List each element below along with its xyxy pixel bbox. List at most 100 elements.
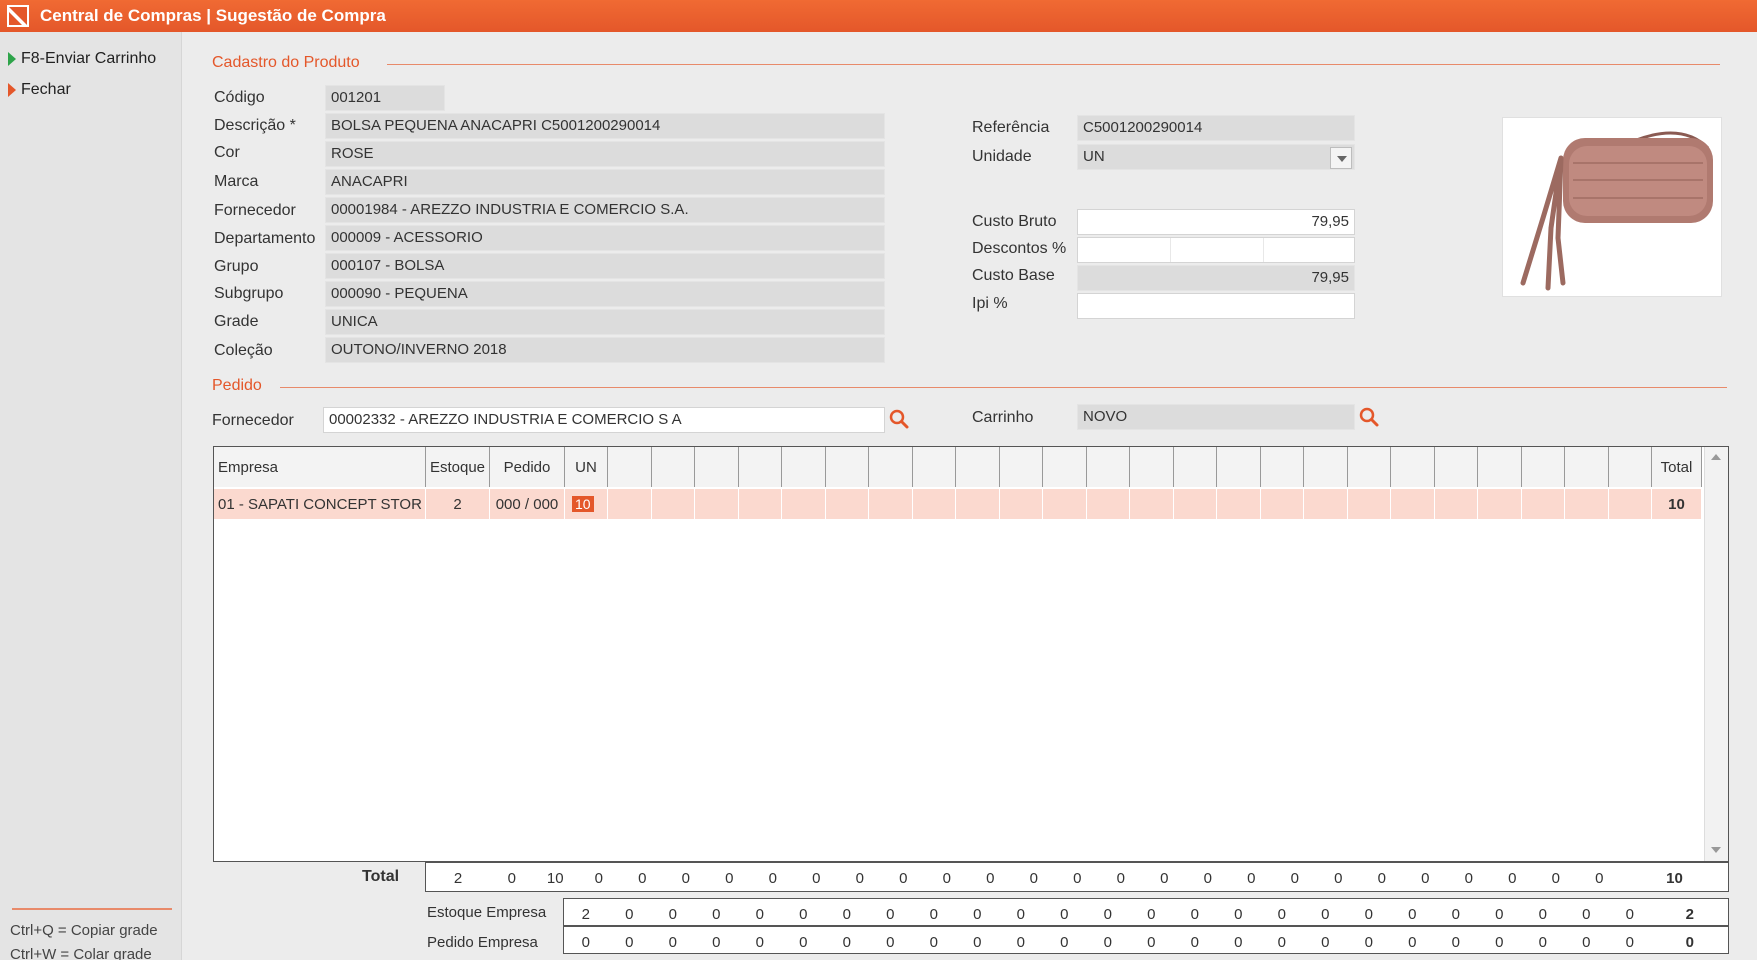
cell-empresa[interactable]: 01 - SAPATI CONCEPT STOR xyxy=(214,489,426,519)
custo-base-field[interactable]: 79,95 xyxy=(1077,265,1355,291)
col-header-size[interactable] xyxy=(956,447,1000,487)
col-header-size[interactable] xyxy=(912,447,956,487)
col-header-size[interactable] xyxy=(1260,447,1304,487)
total-cell: 0 xyxy=(1495,905,1504,923)
col-header-size[interactable] xyxy=(651,447,695,487)
cell-size[interactable] xyxy=(826,489,869,519)
vertical-scrollbar[interactable] xyxy=(1704,447,1728,861)
total-cell: 0 xyxy=(1538,933,1547,951)
cell-size[interactable] xyxy=(1261,489,1304,519)
codigo-field[interactable]: 001201 xyxy=(325,85,445,111)
col-header-size[interactable] xyxy=(1434,447,1478,487)
table-row[interactable]: 01 - SAPATI CONCEPT STOR 2 000 / 000 10 … xyxy=(214,489,1702,519)
chevron-down-icon[interactable] xyxy=(1330,147,1352,169)
col-header-size[interactable] xyxy=(695,447,739,487)
referencia-field[interactable]: C5001200290014 xyxy=(1077,115,1355,141)
total-cell: 0 xyxy=(1234,905,1243,923)
search-icon[interactable] xyxy=(1358,406,1380,428)
send-cart-button[interactable]: F8-Enviar Carrinho xyxy=(8,50,156,68)
cell-size[interactable] xyxy=(1522,489,1565,519)
cell-pedido[interactable]: 000 / 000 xyxy=(490,489,565,519)
col-header-size[interactable] xyxy=(782,447,826,487)
col-header-size[interactable] xyxy=(1391,447,1435,487)
marca-field[interactable]: ANACAPRI xyxy=(325,169,885,195)
col-header-total[interactable]: Total xyxy=(1652,447,1702,487)
subgrupo-field[interactable]: 000090 - PEQUENA xyxy=(325,281,885,307)
col-header-size[interactable] xyxy=(1608,447,1652,487)
total-cell: 0 xyxy=(1290,869,1299,887)
cell-size[interactable] xyxy=(956,489,1000,519)
departamento-field[interactable]: 000009 - ACESSORIO xyxy=(325,225,885,251)
cell-size[interactable] xyxy=(1130,489,1174,519)
descricao-field[interactable]: BOLSA PEQUENA ANACAPRI C5001200290014 xyxy=(325,113,885,139)
cell-un-editor[interactable]: 10 xyxy=(572,496,594,512)
col-header-size[interactable] xyxy=(999,447,1043,487)
descontos-field[interactable] xyxy=(1077,237,1355,263)
grupo-field[interactable]: 000107 - BOLSA xyxy=(325,253,885,279)
cell-size[interactable] xyxy=(1348,489,1391,519)
grade-label: Grade xyxy=(214,313,259,330)
custo-bruto-field[interactable]: 79,95 xyxy=(1077,209,1355,235)
col-header-size[interactable] xyxy=(1347,447,1391,487)
cell-size[interactable] xyxy=(1304,489,1348,519)
total-cell: 0 xyxy=(1408,933,1417,951)
grade-field[interactable]: UNICA xyxy=(325,309,885,335)
shortcut-paste: Ctrl+W = Colar grade xyxy=(10,946,152,960)
total-cell: 0 xyxy=(1029,869,1038,887)
col-header-empresa[interactable]: Empresa xyxy=(214,447,426,487)
total-cell: 0 xyxy=(1190,905,1199,923)
close-button[interactable]: Fechar xyxy=(8,81,71,99)
unidade-select[interactable]: UN xyxy=(1077,144,1355,170)
cell-size[interactable] xyxy=(1000,489,1043,519)
fornecedor-field[interactable]: 00001984 - AREZZO INDUSTRIA E COMERCIO S… xyxy=(325,197,885,223)
colecao-field[interactable]: OUTONO/INVERNO 2018 xyxy=(325,337,885,363)
col-header-size[interactable] xyxy=(1173,447,1217,487)
order-grid[interactable]: Empresa Estoque Pedido UN Total 01 - SAP… xyxy=(213,446,1729,862)
cell-size[interactable] xyxy=(782,489,826,519)
cell-size[interactable] xyxy=(652,489,695,519)
total-cell: 0 xyxy=(1582,933,1591,951)
cor-field[interactable]: ROSE xyxy=(325,141,885,167)
cell-size[interactable] xyxy=(608,489,652,519)
col-header-size[interactable] xyxy=(1304,447,1348,487)
cell-size[interactable] xyxy=(1435,489,1478,519)
cell-size[interactable] xyxy=(1478,489,1522,519)
col-header-size[interactable] xyxy=(825,447,869,487)
col-header-size[interactable] xyxy=(1478,447,1522,487)
col-header-size[interactable] xyxy=(1043,447,1087,487)
total-cell: 0 xyxy=(1464,869,1473,887)
col-header-size[interactable] xyxy=(1521,447,1565,487)
col-header-size[interactable] xyxy=(869,447,913,487)
col-header-size[interactable] xyxy=(1565,447,1609,487)
col-header-estoque[interactable]: Estoque xyxy=(426,447,490,487)
carrinho-field[interactable]: NOVO xyxy=(1077,404,1355,430)
scroll-down-icon[interactable] xyxy=(1705,839,1727,861)
ipi-field[interactable] xyxy=(1077,293,1355,319)
search-icon[interactable] xyxy=(888,408,910,430)
total-cell: 0 xyxy=(1190,933,1199,951)
col-header-size[interactable] xyxy=(608,447,652,487)
cell-size[interactable] xyxy=(739,489,782,519)
col-header-pedido[interactable]: Pedido xyxy=(490,447,565,487)
cell-size[interactable] xyxy=(1174,489,1217,519)
cell-size[interactable] xyxy=(1043,489,1087,519)
col-header-size[interactable] xyxy=(1130,447,1174,487)
cell-un[interactable]: 10 xyxy=(565,489,608,519)
cell-size[interactable] xyxy=(1087,489,1130,519)
cell-size[interactable] xyxy=(1565,489,1609,519)
scroll-up-icon[interactable] xyxy=(1705,447,1727,469)
col-header-size[interactable] xyxy=(1217,447,1261,487)
cell-estoque[interactable]: 2 xyxy=(426,489,490,519)
pedido-fornecedor-field[interactable]: 00002332 - AREZZO INDUSTRIA E COMERCIO S… xyxy=(323,407,885,433)
col-header-size[interactable] xyxy=(1086,447,1130,487)
cell-size[interactable] xyxy=(1391,489,1435,519)
cell-size[interactable] xyxy=(1217,489,1261,519)
col-header-size[interactable] xyxy=(738,447,782,487)
cell-size[interactable] xyxy=(913,489,956,519)
pedido-empresa-label: Pedido Empresa xyxy=(427,934,538,951)
cell-size[interactable] xyxy=(869,489,913,519)
col-header-un[interactable]: UN xyxy=(565,447,608,487)
cell-size[interactable] xyxy=(1609,489,1652,519)
cell-size[interactable] xyxy=(695,489,739,519)
total-cell: 0 xyxy=(1116,869,1125,887)
